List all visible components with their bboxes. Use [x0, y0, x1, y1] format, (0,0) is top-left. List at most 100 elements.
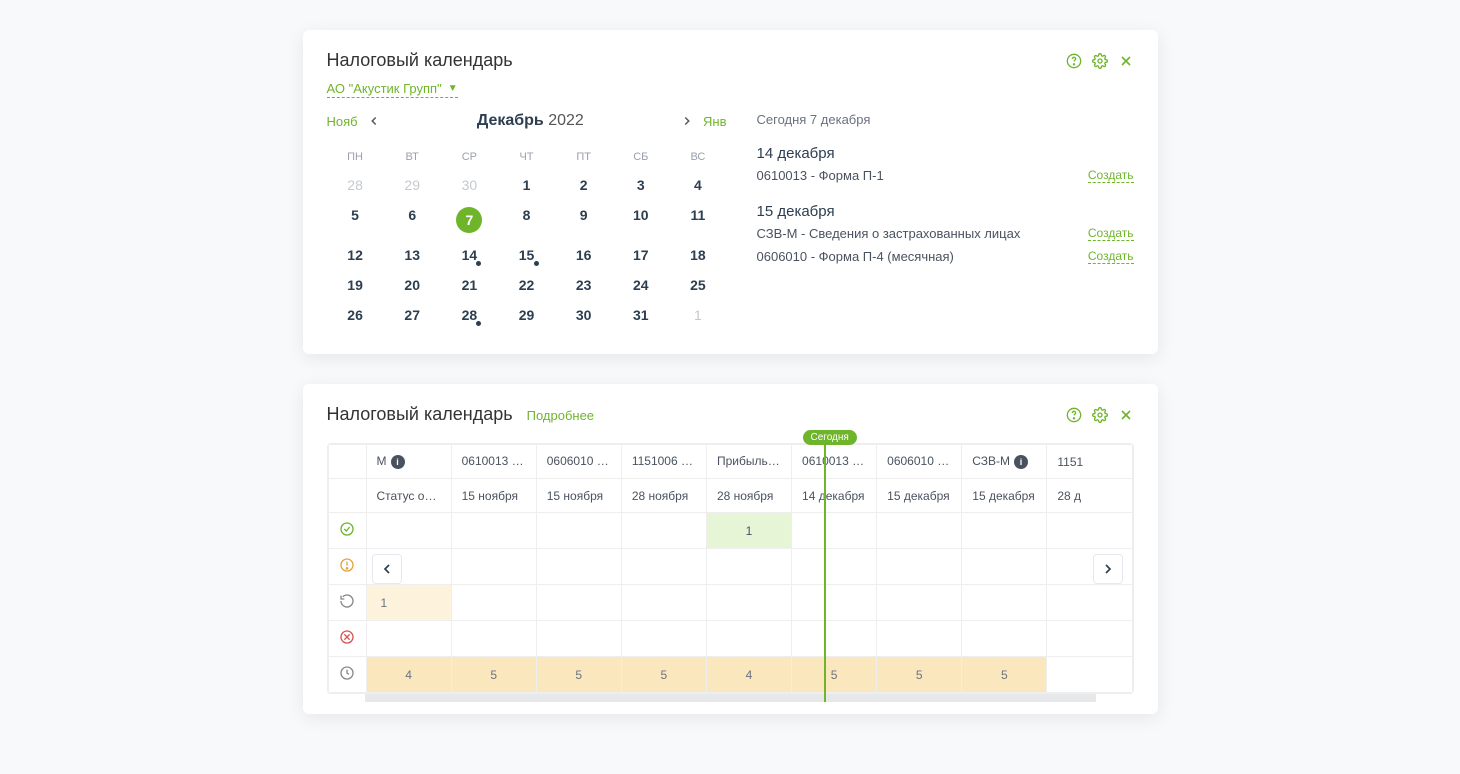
event-block: 15 декабряСЗВ-М - Сведения о застрахован… — [757, 203, 1134, 264]
close-icon[interactable] — [1118, 53, 1134, 69]
calendar-day[interactable]: 25 — [669, 270, 726, 300]
column-header[interactable]: 0606010 - ...i — [877, 445, 962, 479]
calendar-day[interactable]: 28 — [441, 300, 498, 330]
detail-link[interactable]: Подробнее — [527, 408, 594, 423]
calendar-day[interactable]: 12 — [327, 240, 384, 270]
timeline-cell[interactable]: 1 — [366, 585, 451, 621]
gear-icon[interactable] — [1092, 407, 1108, 423]
create-button[interactable]: Создать — [1088, 226, 1134, 241]
calendar-day[interactable]: 31 — [612, 300, 669, 330]
timeline-cell[interactable]: 5 — [451, 657, 536, 693]
info-icon[interactable]: i — [1014, 455, 1028, 469]
info-icon[interactable]: i — [391, 455, 405, 469]
calendar-day[interactable]: 1 — [669, 300, 726, 330]
column-header[interactable]: 0610013 - ...i — [792, 445, 877, 479]
calendar-day[interactable]: 29 — [498, 300, 555, 330]
timeline-cell — [451, 585, 536, 621]
column-header[interactable]: Мi — [366, 445, 451, 479]
timeline-cell — [451, 621, 536, 657]
create-button[interactable]: Создать — [1088, 249, 1134, 264]
calendar-day[interactable]: 13 — [384, 240, 441, 270]
calendar-day[interactable]: 16 — [555, 240, 612, 270]
timeline-cell[interactable]: 5 — [962, 657, 1047, 693]
column-header[interactable]: 0610013 - ...i — [451, 445, 536, 479]
event-row: 0606010 - Форма П-4 (месячная) Создать — [757, 249, 1134, 264]
timeline-prev-button[interactable] — [372, 554, 402, 584]
column-date: 15 декабря — [962, 479, 1047, 513]
next-month-label: Янв — [703, 114, 726, 129]
next-month-button[interactable]: Янв — [679, 113, 726, 129]
timeline-cell — [962, 621, 1047, 657]
calendar-day[interactable]: 14 — [441, 240, 498, 270]
column-header[interactable]: 1151006 - ...i — [621, 445, 706, 479]
column-header[interactable]: 1151 — [1047, 445, 1132, 479]
calendar-day[interactable]: 26 — [327, 300, 384, 330]
calendar-day[interactable]: 10 — [612, 200, 669, 240]
timeline-cell — [621, 621, 706, 657]
weekday-header: ПТ — [555, 144, 612, 170]
timeline-cell[interactable]: 4 — [366, 657, 451, 693]
chevron-left-icon — [366, 113, 382, 129]
column-date: Статус оября — [366, 479, 451, 513]
info-icon[interactable]: i — [702, 455, 706, 469]
calendar-day[interactable]: 8 — [498, 200, 555, 240]
event-row: 0610013 - Форма П-1Создать — [757, 168, 1134, 183]
status-label-cell — [328, 479, 366, 513]
weekday-header: ПН — [327, 144, 384, 170]
calendar-day[interactable]: 3 — [612, 170, 669, 200]
panel-header-icons — [1066, 407, 1134, 423]
help-icon[interactable] — [1066, 407, 1082, 423]
calendar-day[interactable]: 30 — [441, 170, 498, 200]
caret-down-icon: ▼ — [448, 83, 458, 94]
calendar-day[interactable]: 6 — [384, 200, 441, 240]
column-header[interactable]: СЗВ-Мi — [962, 445, 1047, 479]
calendar-day[interactable]: 5 — [327, 200, 384, 240]
column-date: 15 ноября — [451, 479, 536, 513]
company-dropdown[interactable]: АО "Акустик Групп" ▼ — [327, 81, 458, 98]
calendar-day[interactable]: 11 — [669, 200, 726, 240]
timeline-cell — [536, 513, 621, 549]
calendar-day[interactable]: 1 — [498, 170, 555, 200]
calendar-day[interactable]: 19 — [327, 270, 384, 300]
calendar-day[interactable]: 23 — [555, 270, 612, 300]
timeline-cell — [962, 513, 1047, 549]
help-icon[interactable] — [1066, 53, 1082, 69]
panel-header-icons — [1066, 53, 1134, 69]
calendar-day[interactable]: 2 — [555, 170, 612, 200]
timeline-cell — [706, 585, 791, 621]
create-button[interactable]: Создать — [1088, 168, 1134, 183]
column-date: 14 декабря — [792, 479, 877, 513]
timeline-cell[interactable]: 5 — [877, 657, 962, 693]
calendar-day[interactable]: 24 — [612, 270, 669, 300]
column-date: 28 д — [1047, 479, 1132, 513]
calendar-day[interactable]: 21 — [441, 270, 498, 300]
scrollbar[interactable] — [365, 694, 1096, 702]
calendar-day[interactable]: 29 — [384, 170, 441, 200]
calendar-day[interactable]: 7 — [441, 200, 498, 240]
calendar-day[interactable]: 28 — [327, 170, 384, 200]
column-header[interactable]: 0606010 - ...i — [536, 445, 621, 479]
calendar-day[interactable]: 4 — [669, 170, 726, 200]
calendar-day[interactable]: 30 — [555, 300, 612, 330]
column-header[interactable]: Прибыльi — [706, 445, 791, 479]
prev-month-button[interactable]: Нояб — [327, 113, 382, 129]
calendar-day[interactable]: 27 — [384, 300, 441, 330]
timeline-cell[interactable]: 1 — [706, 513, 791, 549]
timeline-cell — [792, 621, 877, 657]
prev-month-label: Нояб — [327, 114, 358, 129]
timeline-next-button[interactable] — [1093, 554, 1123, 584]
gear-icon[interactable] — [1092, 53, 1108, 69]
calendar-day[interactable]: 18 — [669, 240, 726, 270]
timeline-cell[interactable]: 5 — [536, 657, 621, 693]
calendar-day[interactable]: 9 — [555, 200, 612, 240]
calendar-day[interactable]: 15 — [498, 240, 555, 270]
close-icon[interactable] — [1118, 407, 1134, 423]
calendar-day[interactable]: 20 — [384, 270, 441, 300]
timeline-cell[interactable]: 5 — [621, 657, 706, 693]
timeline-cell[interactable]: 5 — [792, 657, 877, 693]
calendar-day[interactable]: 22 — [498, 270, 555, 300]
event-description: 0606010 - Форма П-4 (месячная) — [757, 249, 954, 264]
timeline-cell[interactable]: 4 — [706, 657, 791, 693]
panel-title: Налоговый календарь — [327, 404, 513, 425]
calendar-day[interactable]: 17 — [612, 240, 669, 270]
